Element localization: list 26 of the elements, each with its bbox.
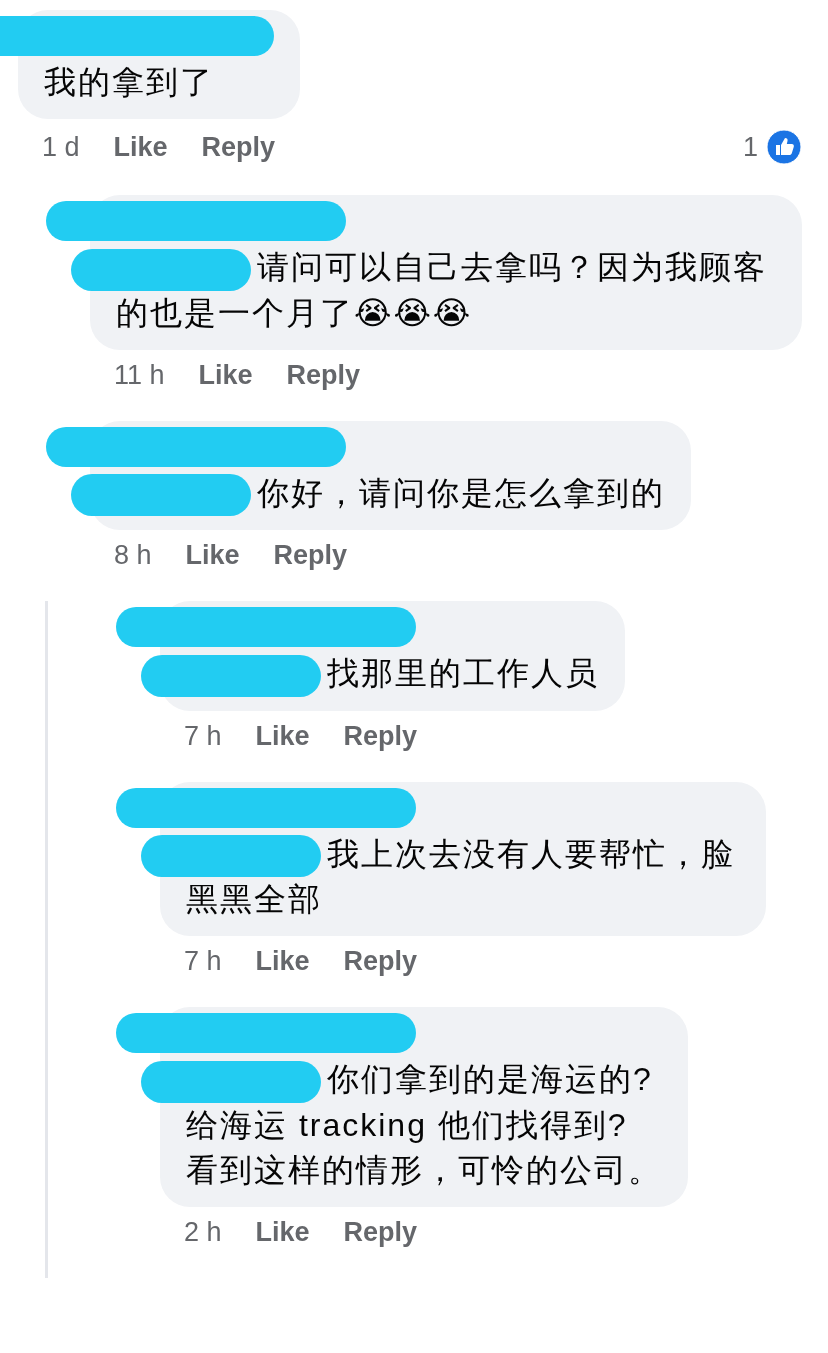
comment-text: 我上次去没有人要帮忙，脸黑黑全部 (186, 831, 740, 923)
reply-link[interactable]: Reply (286, 359, 361, 391)
comment-time: 7 h (184, 946, 222, 978)
like-link[interactable]: Like (113, 131, 168, 163)
reply-link[interactable]: Reply (273, 540, 348, 572)
comment-text: 你们拿到的是海运的? 给海运 tracking 他们找得到? 看到这样的情形，可怜的公司。 (186, 1057, 662, 1193)
like-count: 1 (742, 131, 758, 163)
comment-time: 11 h (114, 359, 165, 391)
like-link[interactable]: Like (255, 1216, 310, 1248)
comment-text: 你好，请问你是怎么拿到的 (116, 470, 665, 517)
like-link[interactable]: Like (255, 946, 310, 978)
like-link[interactable]: Like (198, 359, 253, 391)
comment-time: 7 h (184, 720, 222, 752)
comment-time: 8 h (114, 540, 152, 572)
comment-time: 2 h (184, 1216, 222, 1248)
comment-text: 找那里的工作人员 (186, 651, 599, 697)
reply-link[interactable]: Reply (343, 1216, 418, 1248)
comment-text: 请问可以自己去拿吗？因为我顾客的也是一个月了😭😭😭 (116, 245, 776, 336)
comment-time: 1 d (42, 131, 80, 163)
comment-text: 我的拿到了 (44, 63, 215, 102)
reply-link[interactable]: Reply (201, 131, 276, 163)
like-link[interactable]: Like (255, 720, 310, 752)
reply-link[interactable]: Reply (343, 720, 418, 752)
thumbs-up-icon (766, 129, 802, 165)
reply-link[interactable]: Reply (343, 946, 418, 978)
like-link[interactable]: Like (185, 540, 240, 572)
